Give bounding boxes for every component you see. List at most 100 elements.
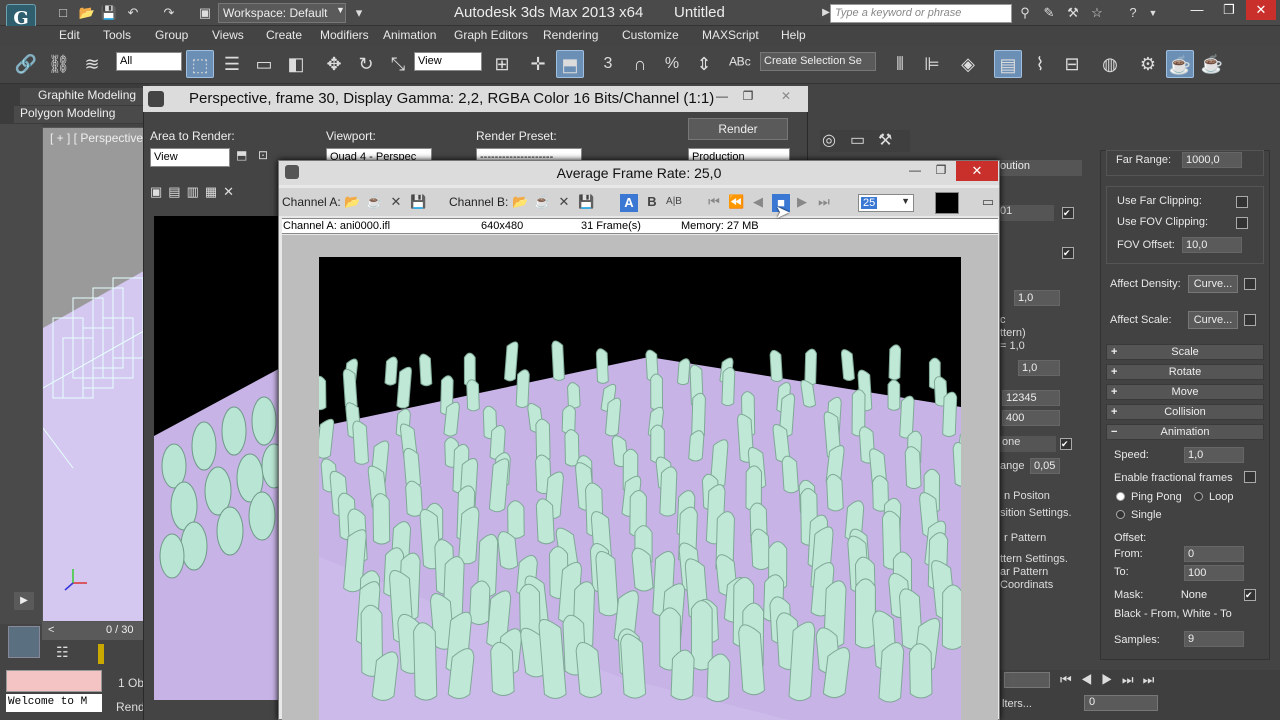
workspace-chevron-icon[interactable]: ▼ [336,5,345,15]
enable-fractional-checkbox[interactable] [1244,471,1256,483]
snaps-toggle-icon[interactable]: 3 [594,50,622,78]
frw-minimize-icon[interactable]: — [906,163,924,181]
menu-group[interactable]: Group [155,26,188,46]
select-by-name-icon[interactable]: ☰ [218,50,246,78]
scale-icon[interactable]: ⤡ [384,50,412,78]
bind-space-warp-icon[interactable]: ≋ [78,50,106,78]
to-spinner[interactable]: 100 [1184,565,1244,581]
spinner-snap-icon[interactable]: ⇕ [690,50,718,78]
move-rollout[interactable]: + Move [1106,384,1264,400]
key-filters-button[interactable]: lters... [1002,698,1032,710]
auto-region-icon[interactable]: ⊡ [258,148,274,166]
render-setup-icon[interactable]: ⚙ [1134,50,1162,78]
open-file-icon[interactable]: 📂 [78,4,96,22]
reference-coord-dropdown[interactable]: View [414,52,482,71]
scale-rollout[interactable]: + Scale [1106,344,1264,360]
mid-check-1[interactable]: ✔ [1062,207,1074,219]
rendered-frame-window-icon[interactable]: ☕ [1166,50,1194,78]
edit-named-selection-icon[interactable]: ᴬᴮᶜ [726,50,754,78]
curve-editor-icon[interactable]: ⌇ [1026,50,1054,78]
favorites-star-icon[interactable]: ☆ [1088,4,1106,22]
close-channel-a-icon[interactable]: ✕ [388,194,404,210]
angle-snap-icon[interactable]: ∩ [626,50,654,78]
maximize-icon[interactable]: ❐ [1214,0,1244,20]
double-buffer-icon[interactable]: ▭ [980,194,996,210]
window-crossing-icon[interactable]: ◧ [282,50,310,78]
unlink-icon[interactable]: ⛓ [45,50,73,78]
render-production-icon[interactable]: ☕ [1198,50,1226,78]
align-icon[interactable]: ⊫ [918,50,946,78]
help-chevron-icon[interactable]: ▼ [1144,4,1162,22]
menu-create[interactable]: Create [266,26,302,46]
go-to-start-icon[interactable]: ⏮ [706,194,722,210]
time-prev-icon[interactable]: < [48,624,54,636]
graphite-modeling-tab[interactable]: Graphite Modeling [20,88,145,105]
playback-buttons-icon[interactable]: ⏮◀▶⏭⏭ [1060,672,1280,688]
loop-radio[interactable] [1194,492,1203,501]
rectangular-selection-icon[interactable]: ▭ [250,50,278,78]
keyboard-shortcut-override-icon[interactable]: ⬒ [556,50,584,78]
binoculars-icon[interactable]: ⚲ [1016,4,1034,22]
go-to-end-icon[interactable]: ⏭ [816,194,832,210]
subscription-icon[interactable]: ✎ [1040,4,1058,22]
close-icon[interactable]: ✕ [1246,0,1276,20]
play-forward-icon[interactable]: ▶ [794,194,810,210]
select-manipulate-icon[interactable]: ✛ [524,50,552,78]
rfw-close-icon[interactable]: ✕ [768,86,804,106]
save-channel-a-icon[interactable]: 💾 [410,194,426,210]
new-file-icon[interactable]: □ [54,4,72,22]
track-bar-icon[interactable]: ☷ [56,644,76,664]
pivot-point-icon[interactable]: ⊞ [488,50,516,78]
named-selection-set-dropdown[interactable]: Create Selection Se [760,52,876,71]
rfw-maximize-icon[interactable]: ❐ [738,89,758,107]
menu-edit[interactable]: Edit [59,26,80,46]
save-channel-b-icon[interactable]: 💾 [578,194,594,210]
communication-icon[interactable]: ⚒ [1064,4,1082,22]
perspective-viewport[interactable] [42,127,148,622]
material-editor-icon[interactable]: ◍ [1096,50,1124,78]
value-400-spinner[interactable]: 400 [1002,410,1060,426]
mask-none-button[interactable]: None [1152,587,1236,603]
menu-modifiers[interactable]: Modifiers [320,26,369,46]
help-icon[interactable]: ? [1124,4,1142,22]
rfw-title[interactable]: Perspective, frame 30, Display Gamma: 2,… [143,86,808,112]
select-link-icon[interactable]: 🔗 [12,50,40,78]
none-dropdown-mid[interactable]: one [1000,436,1056,452]
affect-density-curve-button[interactable]: Curve... [1188,275,1238,293]
single-radio[interactable] [1116,510,1125,519]
previous-frame-icon[interactable]: ⏪ [728,194,744,210]
undo-icon[interactable]: ↶ [124,4,142,22]
select-object-icon[interactable]: ⬚ [186,50,214,78]
search-input[interactable]: Type a keyword or phrase [830,4,1012,23]
workspace-dropdown[interactable]: Workspace: Default [218,3,346,23]
affect-density-checkbox[interactable] [1244,278,1256,290]
welcome-text[interactable]: Welcome to M [6,694,102,712]
maxscript-mini-listener[interactable] [6,670,102,692]
speed-spinner[interactable]: 1,0 [1184,447,1244,463]
close-channel-b-icon[interactable]: ✕ [556,194,572,210]
use-far-clipping-checkbox[interactable] [1236,196,1248,208]
position-settings-label[interactable]: sition Settings. [1000,507,1072,519]
affect-scale-checkbox[interactable] [1244,314,1256,326]
collision-rollout[interactable]: + Collision [1106,404,1264,420]
fov-offset-spinner[interactable]: 10,0 [1182,237,1242,253]
layer-manager-icon[interactable]: ◈ [954,50,982,78]
mid-check-3[interactable]: ✔ [1060,438,1072,450]
open-channel-a-icon[interactable]: 📂 [344,194,360,210]
selection-filter-dropdown[interactable]: All [116,52,182,71]
channel-b-toggle[interactable]: B [644,194,660,210]
minimize-icon[interactable]: — [1182,0,1212,20]
mid-spinner-1[interactable]: 1,0 [1014,290,1060,306]
schematic-view-icon[interactable]: ⊟ [1058,50,1086,78]
rotate-rollout[interactable]: + Rotate [1106,364,1264,380]
current-frame-spinner[interactable]: 0 [1084,695,1158,711]
key-mode-dropdown[interactable] [1004,672,1050,688]
far-range-spinner[interactable]: 1000,0 [1182,152,1242,168]
play-mini-icon[interactable]: ▶ [14,592,34,610]
menu-rendering[interactable]: Rendering [543,26,598,46]
use-fov-clipping-checkbox[interactable] [1236,217,1248,229]
background-color-swatch[interactable] [935,192,959,214]
display-tab-icon[interactable]: ▭ [850,130,865,150]
viewport-label[interactable]: [ + ] [ Perspective ] [50,131,150,145]
open-last-a-icon[interactable]: ☕ [366,194,382,210]
